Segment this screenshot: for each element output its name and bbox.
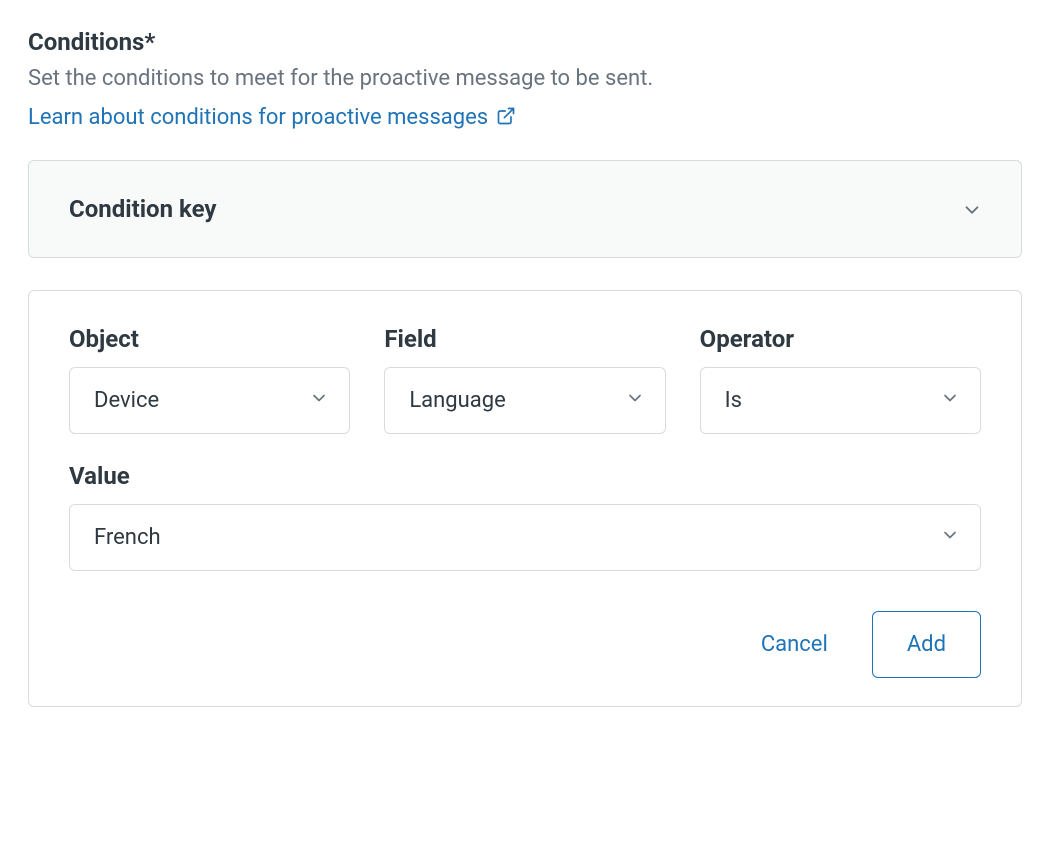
chevron-down-icon <box>309 388 329 414</box>
external-link-icon <box>496 103 516 136</box>
value-label: Value <box>69 462 981 490</box>
field-label: Field <box>384 325 665 353</box>
chevron-down-icon <box>940 525 960 551</box>
learn-link[interactable]: Learn about conditions for proactive mes… <box>28 101 516 136</box>
conditions-section: Conditions* Set the conditions to meet f… <box>28 28 1022 707</box>
object-label: Object <box>69 325 350 353</box>
section-title: Conditions* <box>28 28 1022 56</box>
value-group: Value French <box>69 462 981 571</box>
condition-key-title: Condition key <box>69 195 216 223</box>
operator-label: Operator <box>700 325 981 353</box>
operator-value: Is <box>725 388 742 413</box>
learn-link-text: Learn about conditions for proactive mes… <box>28 105 488 130</box>
field-group: Field Language <box>384 325 665 434</box>
object-select[interactable]: Device <box>69 367 350 434</box>
chevron-down-icon <box>961 199 981 219</box>
object-group: Object Device <box>69 325 350 434</box>
section-subtitle: Set the conditions to meet for the proac… <box>28 62 1022 95</box>
field-select[interactable]: Language <box>384 367 665 434</box>
add-button[interactable]: Add <box>872 611 981 678</box>
chevron-down-icon <box>625 388 645 414</box>
value-value: French <box>94 525 161 550</box>
object-value: Device <box>94 388 159 413</box>
value-select[interactable]: French <box>69 504 981 571</box>
operator-group: Operator Is <box>700 325 981 434</box>
condition-form-panel: Object Device Field Language O <box>28 290 1022 707</box>
field-value: Language <box>409 388 505 413</box>
chevron-down-icon <box>940 388 960 414</box>
form-actions: Cancel Add <box>69 611 981 678</box>
condition-key-panel[interactable]: Condition key <box>28 160 1022 258</box>
operator-select[interactable]: Is <box>700 367 981 434</box>
cancel-button[interactable]: Cancel <box>757 624 832 665</box>
